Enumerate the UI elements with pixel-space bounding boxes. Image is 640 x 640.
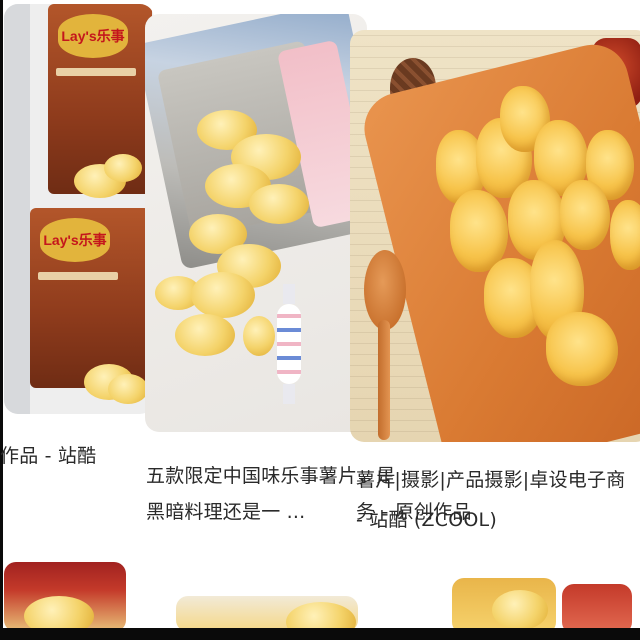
result-image-chips-spill[interactable] xyxy=(145,14,367,432)
screen-frame-bottom xyxy=(0,628,640,640)
chip xyxy=(24,596,94,632)
image-edge-strip xyxy=(4,4,30,414)
chip xyxy=(546,312,618,386)
result-image-bottom-2[interactable] xyxy=(176,596,358,632)
screen-frame-left xyxy=(0,0,3,640)
chip xyxy=(610,200,640,270)
chip xyxy=(243,316,275,356)
chip xyxy=(175,314,235,356)
result-image-bottom-1[interactable] xyxy=(4,562,126,632)
result-image-chips-board[interactable] xyxy=(350,30,640,442)
spoon-handle xyxy=(378,320,390,440)
result-caption-2-line2[interactable]: 黑暗料理还是一 ... xyxy=(146,496,305,528)
result-image-bottom-3[interactable] xyxy=(452,578,556,634)
result-image-bottom-4[interactable] xyxy=(562,584,632,634)
chip xyxy=(104,154,142,182)
chip xyxy=(191,272,255,318)
chip xyxy=(492,590,548,630)
result-caption-1[interactable]: 作品 - 站酷 xyxy=(0,440,96,472)
chip xyxy=(249,184,309,224)
bag-label xyxy=(56,68,136,76)
chip xyxy=(560,180,610,250)
wooden-spoon-icon xyxy=(364,250,406,330)
result-image-lays-bags[interactable]: Lay's乐事 Lay's乐事 xyxy=(4,4,154,414)
lays-logo: Lay's乐事 xyxy=(40,218,110,262)
chip xyxy=(108,374,148,404)
bag-label xyxy=(38,272,118,280)
lays-logo: Lay's乐事 xyxy=(58,14,128,58)
result-caption-3-line2[interactable]: - 站酷 (ZCOOL) xyxy=(356,504,497,536)
chips-bag-bottom: Lay's乐事 xyxy=(30,208,150,388)
candy-icon xyxy=(277,284,301,404)
